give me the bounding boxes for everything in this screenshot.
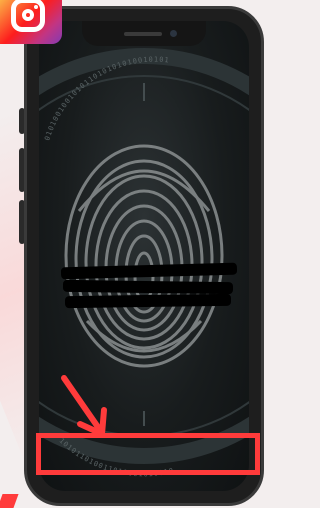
highlight-box [36, 433, 260, 475]
redaction-bar [64, 293, 232, 309]
instagram-badge [0, 0, 62, 44]
front-camera [170, 30, 177, 37]
phone-notch [82, 21, 206, 46]
redaction-bar [62, 279, 234, 295]
annotation-arrow [61, 375, 107, 437]
instagram-icon [11, 0, 45, 32]
fingerprint-icon [64, 144, 224, 368]
corner-arrow-mark [0, 494, 19, 508]
speaker-grille [124, 32, 162, 36]
